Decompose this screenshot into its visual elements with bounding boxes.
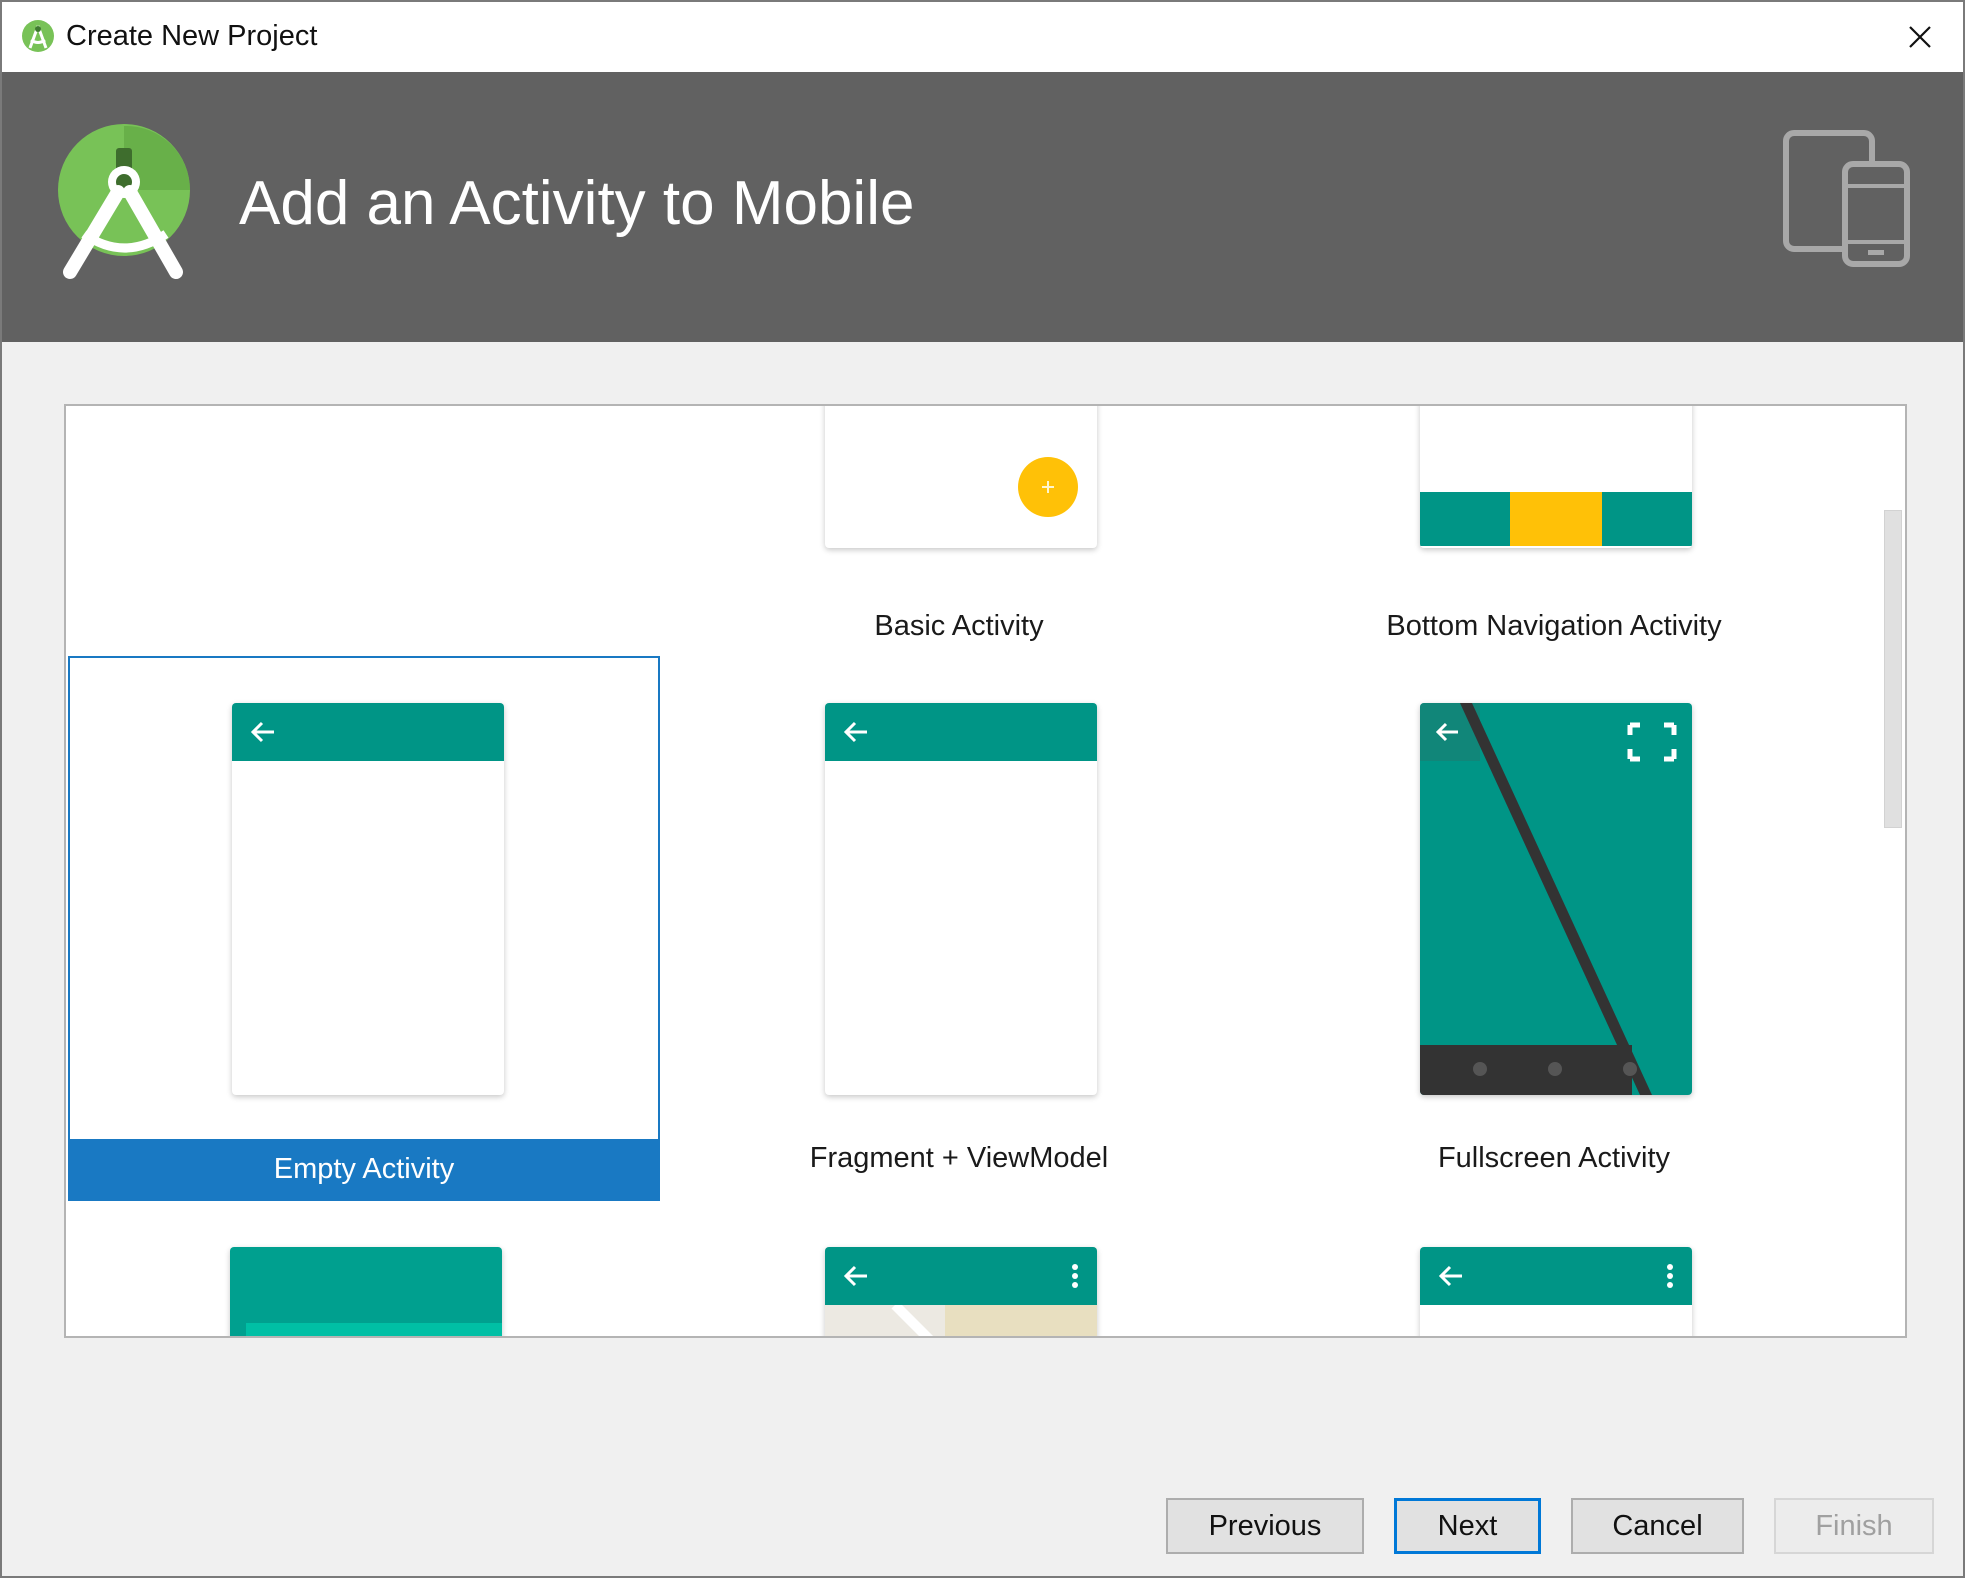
page-title: Add an Activity to Mobile <box>239 169 915 238</box>
template-label: Fullscreen Activity <box>1437 1142 1671 1174</box>
fab-icon <box>1018 457 1078 517</box>
template-label: Fragment + ViewModel <box>809 1142 1109 1174</box>
dialog-buttons: Previous Next Cancel Finish <box>2 1498 1963 1556</box>
template-tile-fullscreen-activity[interactable]: Fullscreen Activity <box>1258 656 1850 1201</box>
back-arrow-icon <box>843 721 867 743</box>
back-arrow-icon <box>843 1265 867 1287</box>
empty-activity-preview <box>232 703 504 1095</box>
previous-button[interactable]: Previous <box>1166 1498 1364 1554</box>
fullscreen-activity-preview <box>1420 703 1692 1095</box>
template-label: Bottom Navigation Activity <box>1386 610 1722 642</box>
navigation-drawer-preview <box>230 1247 502 1336</box>
app-bar <box>825 703 1097 761</box>
finish-button: Finish <box>1774 1498 1934 1554</box>
back-arrow-icon <box>1438 1265 1462 1287</box>
activity-template-gallery[interactable]: Basic Activity Bottom Navigation Activit… <box>64 404 1907 1338</box>
window-title: Create New Project <box>66 20 318 52</box>
gallery-scrollbar[interactable] <box>1881 406 1905 1336</box>
more-vert-icon <box>1667 1264 1673 1288</box>
app-bar <box>825 1247 1097 1305</box>
template-tile-bottom-navigation-activity[interactable]: Bottom Navigation Activity <box>1258 406 1850 656</box>
close-icon[interactable] <box>1897 14 1943 60</box>
maps-preview <box>825 1247 1097 1336</box>
android-studio-icon <box>22 20 54 52</box>
template-tile-navigation-drawer[interactable] <box>68 1201 660 1336</box>
title-bar: Create New Project <box>2 2 1963 72</box>
template-label: Empty Activity <box>70 1139 658 1199</box>
android-studio-logo-icon <box>58 124 191 279</box>
map-roads <box>825 1305 945 1336</box>
template-tile-empty-activity[interactable]: Empty Activity <box>68 656 660 1201</box>
app-bar <box>232 703 504 761</box>
template-tile-master-detail[interactable] <box>1258 1201 1850 1336</box>
fullscreen-illustration <box>1420 703 1677 1095</box>
fragment-viewmodel-preview <box>825 703 1097 1095</box>
template-label: Basic Activity <box>874 610 1044 642</box>
template-tile-maps[interactable] <box>663 1201 1255 1336</box>
app-bar <box>1420 1247 1692 1305</box>
next-button[interactable]: Next <box>1394 1498 1541 1554</box>
template-tile-fragment-viewmodel[interactable]: Fragment + ViewModel <box>663 656 1255 1201</box>
bottom-navigation-preview <box>1420 406 1692 548</box>
cancel-button[interactable]: Cancel <box>1571 1498 1744 1554</box>
header-banner: Add an Activity to Mobile <box>2 72 1963 342</box>
master-detail-preview <box>1420 1247 1692 1336</box>
tablet-phone-icon <box>1783 130 1910 267</box>
create-new-project-window: Create New Project Add an Activity to Mo… <box>0 0 1965 1578</box>
template-tile-basic-activity[interactable]: Basic Activity <box>663 406 1255 656</box>
more-vert-icon <box>1072 1264 1078 1288</box>
scrollbar-thumb[interactable] <box>1884 510 1902 828</box>
template-tile-blank[interactable] <box>68 406 660 656</box>
back-arrow-icon <box>250 721 274 743</box>
basic-activity-preview <box>825 406 1097 548</box>
